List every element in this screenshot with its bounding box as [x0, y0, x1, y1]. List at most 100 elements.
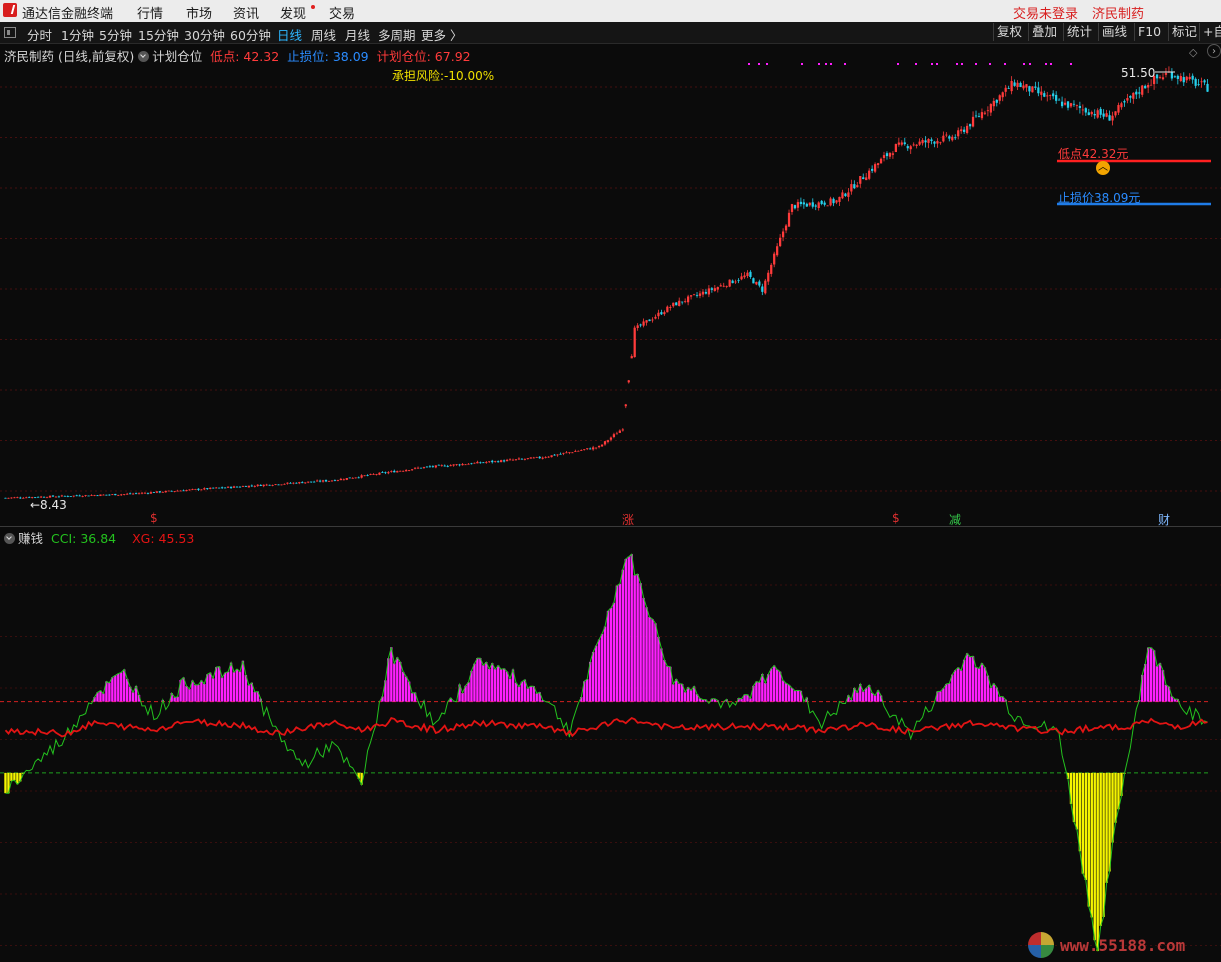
cci-bar-high — [396, 657, 399, 702]
period-multi[interactable]: 多周期 — [378, 25, 416, 44]
cci-bar-high — [618, 583, 622, 702]
candle-body — [805, 203, 808, 207]
cci-bar-high — [781, 680, 785, 702]
candle-body — [749, 271, 752, 278]
candle-body — [232, 486, 236, 488]
period-monthly[interactable]: 月线 — [345, 25, 370, 44]
period-fenshi[interactable]: 分时 — [27, 25, 52, 44]
candle-body — [363, 475, 366, 477]
tool-fuquan[interactable]: 复权 — [993, 23, 1025, 41]
candle-body — [146, 492, 150, 494]
candle-body — [862, 177, 865, 180]
cci-bar-high — [683, 692, 687, 702]
candle-body — [983, 112, 987, 114]
candle-body — [1022, 85, 1025, 89]
candle-body — [134, 493, 138, 495]
candle-body — [366, 475, 369, 476]
period-30min[interactable]: 30分钟 — [184, 25, 225, 44]
candle-body — [951, 136, 954, 141]
candle-body — [790, 204, 794, 212]
cci-bar-low — [1075, 772, 1079, 830]
cci-bar-high — [185, 686, 188, 702]
candle-body — [1120, 103, 1123, 108]
cci-bar-low — [1081, 772, 1085, 874]
cci-bar-high — [959, 670, 963, 702]
candle-body — [310, 481, 313, 483]
sidebar-toggle-icon[interactable] — [4, 27, 16, 38]
cci-bar-high — [974, 667, 978, 702]
cci-bar-high — [194, 684, 197, 702]
candle-body — [639, 324, 642, 326]
login-status-link[interactable]: 交易未登录 — [1013, 3, 1078, 22]
menu-jiaoyi[interactable]: 交易 — [329, 3, 355, 22]
candle-body — [333, 480, 337, 481]
menu-shichang[interactable]: 市场 — [186, 3, 212, 22]
cci-bar-high — [612, 602, 616, 702]
candle-body — [87, 495, 90, 497]
candle-body — [354, 477, 357, 479]
candle-body — [1117, 105, 1120, 113]
candle-body — [879, 158, 883, 164]
period-15min[interactable]: 15分钟 — [138, 25, 179, 44]
menu-hangqing[interactable]: 行情 — [137, 3, 163, 22]
candle-body — [1093, 114, 1096, 116]
stock-name-link[interactable]: 济民制药 — [1092, 3, 1144, 22]
cci-bar-high — [606, 610, 610, 702]
candle-body — [464, 464, 467, 466]
signal-dot — [830, 63, 832, 65]
menu-zixun[interactable]: 资讯 — [233, 3, 259, 22]
candle-body — [324, 480, 328, 482]
tool-add-custom[interactable]: +自 — [1199, 23, 1221, 41]
candle-body — [630, 356, 633, 359]
start-price-label: ←8.43 — [30, 498, 67, 512]
tool-huaxian[interactable]: 画线 — [1098, 23, 1130, 41]
period-daily[interactable]: 日线 — [277, 25, 302, 44]
candle-body — [185, 490, 188, 492]
candle-body — [746, 272, 749, 277]
cci-bar-high — [764, 682, 767, 702]
candle-body — [161, 491, 164, 493]
candle-body — [719, 285, 722, 287]
period-weekly[interactable]: 周线 — [311, 25, 336, 44]
period-60min[interactable]: 60分钟 — [230, 25, 271, 44]
candle-body — [488, 461, 491, 463]
candle-body — [75, 495, 78, 497]
candle-body — [1007, 88, 1010, 89]
signal-dot — [1045, 63, 1047, 65]
cci-bar-high — [488, 668, 491, 702]
menu-faxian[interactable]: 发现 — [280, 3, 306, 22]
cci-bar-high — [535, 693, 538, 702]
candle-body — [900, 142, 903, 145]
tool-biaoji[interactable]: 标记 — [1168, 23, 1200, 41]
cci-bar-low — [1090, 772, 1093, 918]
candle-body — [405, 470, 408, 472]
candle-body — [78, 495, 81, 497]
period-5min[interactable]: 5分钟 — [99, 25, 132, 44]
candle-body — [583, 449, 586, 451]
app-logo-icon — [3, 3, 17, 17]
candle-body — [381, 472, 384, 473]
period-more[interactable]: 更多 〉 — [421, 25, 462, 44]
candle-body — [793, 205, 797, 209]
candle-body — [149, 492, 153, 494]
signal-dot — [825, 63, 827, 65]
cci-bar-high — [998, 696, 1001, 702]
candle-body — [1016, 82, 1019, 87]
candle-body — [1179, 76, 1182, 82]
cci-bar-high — [862, 691, 865, 702]
pane-divider[interactable] — [0, 526, 1221, 527]
event-marker-dollar-2[interactable]: $ — [892, 511, 900, 525]
candle-body — [262, 484, 265, 487]
event-marker-dollar-1[interactable]: $ — [150, 511, 158, 525]
tool-f10[interactable]: F10 — [1134, 23, 1164, 41]
candle-body — [90, 495, 93, 496]
candle-body — [1147, 84, 1150, 88]
period-1min[interactable]: 1分钟 — [61, 25, 94, 44]
tool-tongji[interactable]: 统计 — [1063, 23, 1095, 41]
tool-diejia[interactable]: 叠加 — [1028, 23, 1060, 41]
candle-body — [393, 470, 396, 473]
cci-bar-high — [114, 675, 117, 702]
candle-body — [609, 437, 613, 440]
cci-bar-high — [591, 652, 595, 702]
candle-body — [1161, 77, 1165, 80]
